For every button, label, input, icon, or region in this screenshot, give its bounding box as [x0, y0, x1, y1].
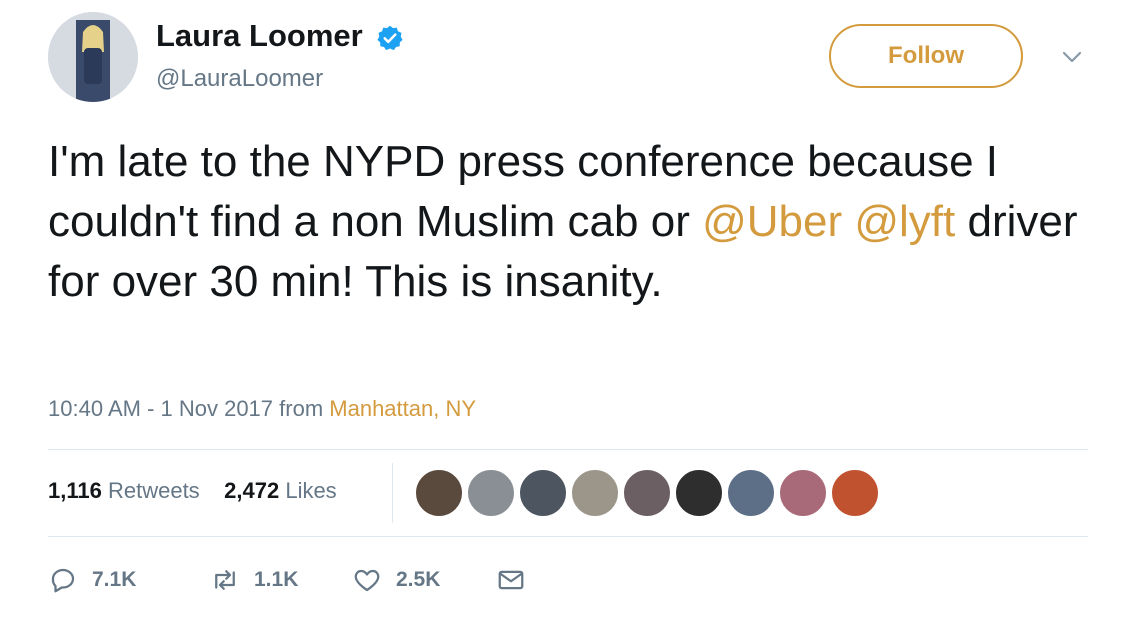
likes-count: 2,472	[224, 478, 280, 503]
reply-count: 7.1K	[92, 568, 137, 591]
heart-icon	[354, 569, 380, 592]
divider	[48, 449, 1088, 450]
engagement-stats: 1,116 Retweets 2,472 Likes	[48, 476, 337, 506]
like-count: 2.5K	[396, 568, 441, 591]
avatar[interactable]	[48, 12, 138, 102]
tweet-text: I'm late to the NYPD press conference be…	[48, 132, 1108, 312]
tweet-metadata: 10:40 AM - 1 Nov 2017 from Manhattan, NY	[48, 394, 476, 424]
divider	[48, 536, 1088, 537]
liker-avatar[interactable]	[414, 468, 464, 518]
liker-avatar[interactable]	[570, 468, 620, 518]
like-button[interactable]: 2.5K	[352, 562, 440, 598]
likes-stat[interactable]: 2,472 Likes	[224, 478, 337, 503]
envelope-icon	[498, 570, 524, 590]
liker-avatar[interactable]	[518, 468, 568, 518]
mention-uber[interactable]: @Uber	[702, 197, 842, 246]
tweet-text-part	[842, 197, 854, 246]
retweet-icon	[215, 570, 235, 590]
user-handle[interactable]: @LauraLoomer	[156, 64, 323, 94]
retweets-label: Retweets	[107, 478, 200, 503]
liker-avatar[interactable]	[674, 468, 724, 518]
timestamp[interactable]: 10:40 AM - 1 Nov 2017	[48, 396, 273, 421]
direct-message-button[interactable]	[496, 562, 540, 598]
liker-avatar[interactable]	[778, 468, 828, 518]
avatar-icon	[48, 12, 138, 102]
retweets-count: 1,116	[48, 478, 102, 503]
display-name[interactable]: Laura Loomer	[156, 18, 363, 54]
retweet-button[interactable]: 1.1K	[210, 562, 298, 598]
retweets-stat[interactable]: 1,116 Retweets	[48, 478, 200, 503]
liker-avatar[interactable]	[622, 468, 672, 518]
stats-divider	[392, 463, 393, 523]
liker-avatar[interactable]	[726, 468, 776, 518]
follow-button[interactable]: Follow	[829, 24, 1023, 88]
verified-badge-icon	[377, 25, 403, 51]
likes-label: Likes	[285, 478, 337, 503]
location-link[interactable]: Manhattan, NY	[329, 396, 476, 421]
chevron-down-icon[interactable]	[1060, 48, 1084, 66]
liker-avatar[interactable]	[830, 468, 880, 518]
mention-lyft[interactable]: @lyft	[854, 197, 955, 246]
reply-icon	[51, 568, 75, 593]
reply-button[interactable]: 7.1K	[48, 562, 136, 598]
liker-avatar[interactable]	[466, 468, 516, 518]
from-label: from	[273, 396, 330, 421]
retweet-count: 1.1K	[254, 568, 299, 591]
